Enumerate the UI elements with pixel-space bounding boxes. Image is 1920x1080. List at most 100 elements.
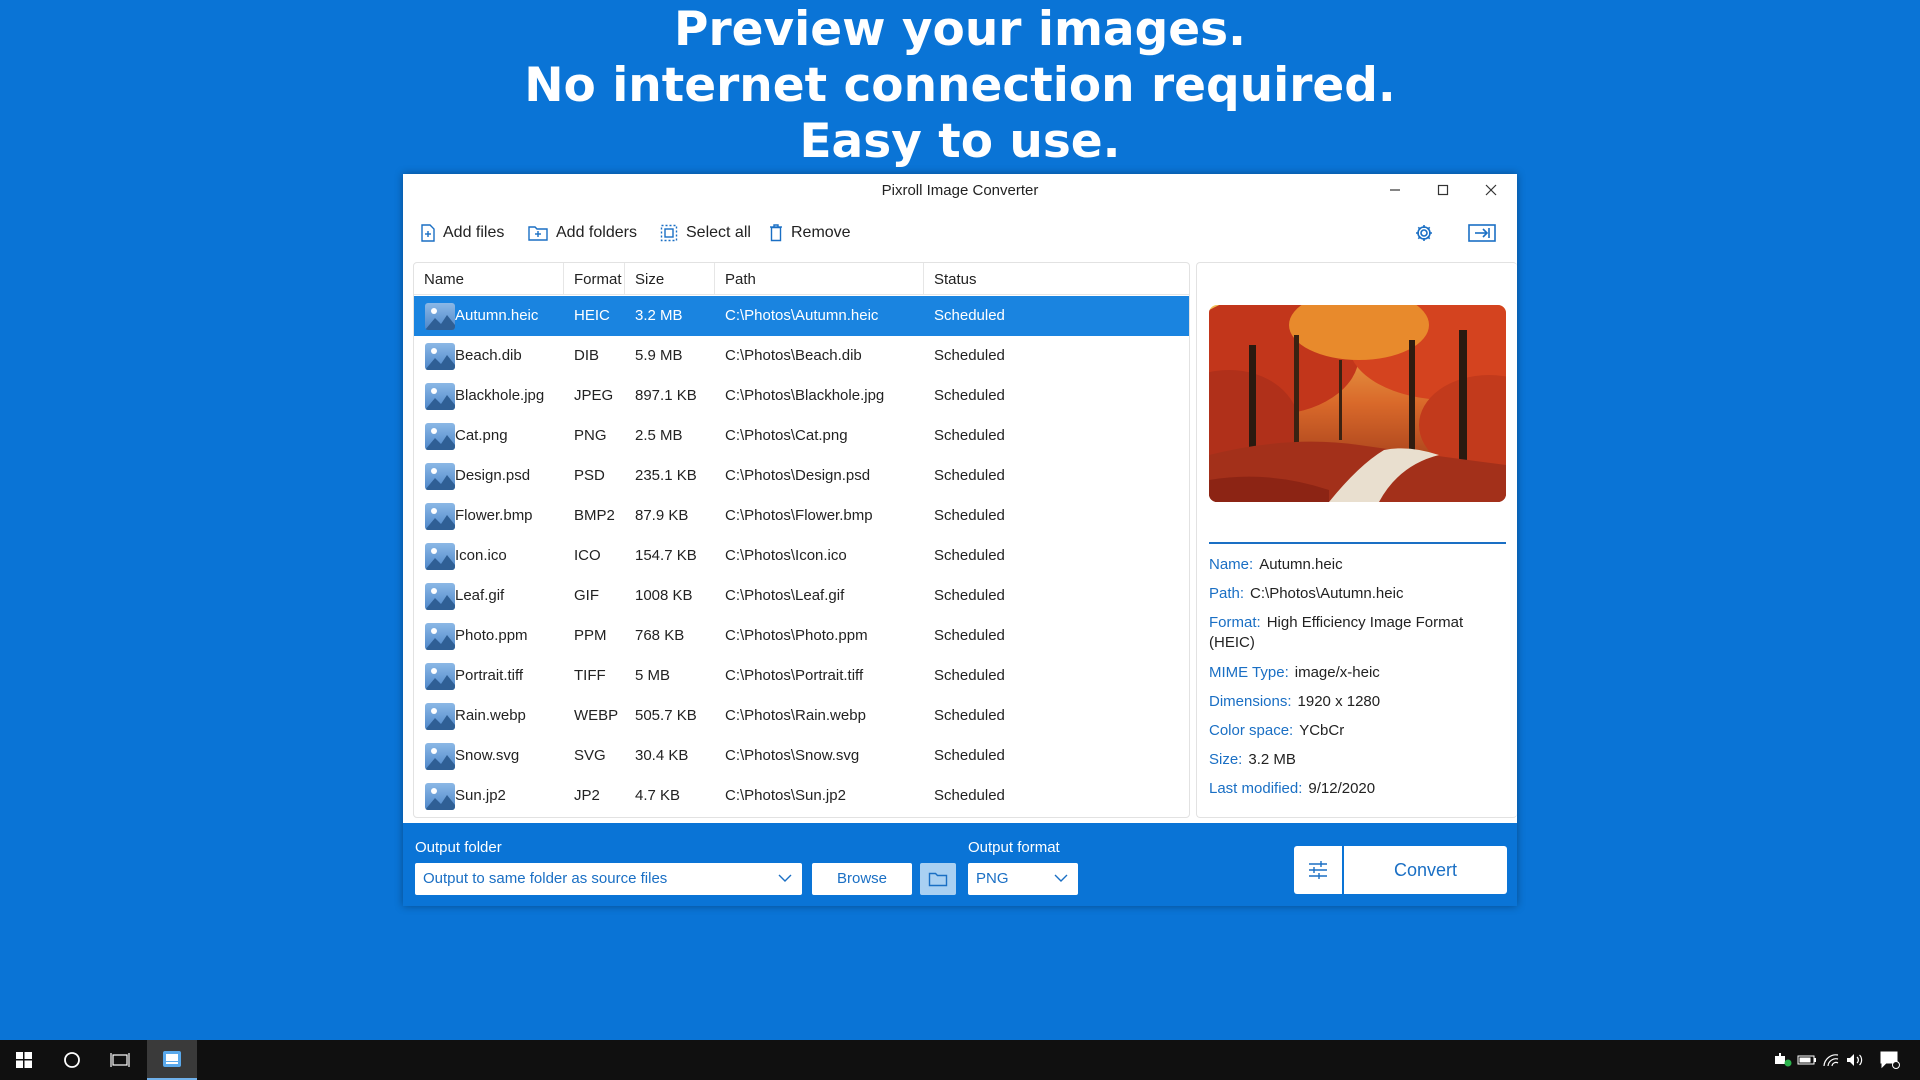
battery-tray[interactable]	[1795, 1040, 1819, 1080]
output-format-select[interactable]: PNG	[968, 863, 1078, 895]
info-size-value: 3.2 MB	[1248, 751, 1296, 768]
convert-button[interactable]: Convert	[1344, 846, 1507, 894]
info-format-label: Format:	[1209, 614, 1261, 631]
maximize-button[interactable]	[1419, 174, 1467, 206]
info-modified-value: 9/12/2020	[1308, 780, 1376, 797]
conversion-options-button[interactable]	[1294, 846, 1342, 894]
cell-status: Scheduled	[934, 387, 1005, 404]
cell-status: Scheduled	[934, 627, 1005, 644]
network-status-icon	[1775, 1053, 1792, 1067]
cell-name: Icon.ico	[455, 547, 507, 564]
cell-name: Leaf.gif	[455, 587, 505, 604]
close-button[interactable]	[1467, 174, 1515, 206]
cell-status: Scheduled	[934, 747, 1005, 764]
preview-divider	[1209, 542, 1506, 544]
info-path-value: C:\Photos\Autumn.heic	[1250, 585, 1404, 602]
cell-size: 4.7 KB	[635, 787, 681, 804]
info-colorspace-label: Color space:	[1209, 722, 1294, 739]
minimize-button[interactable]	[1371, 174, 1419, 206]
info-size-label: Size:	[1209, 751, 1243, 768]
open-folder-button[interactable]	[920, 863, 956, 895]
title-bar[interactable]: Pixroll Image Converter	[403, 174, 1517, 206]
table-row[interactable]: Rain.webp WEBP 505.7 KB C:\Photos\Rain.webp…	[414, 696, 1189, 736]
info-path-label: Path:	[1209, 585, 1245, 602]
headline-line-1: Preview your images.	[674, 2, 1246, 57]
search-button[interactable]	[48, 1040, 96, 1080]
cell-size: 768 KB	[635, 627, 685, 644]
people-tray[interactable]	[1771, 1040, 1795, 1080]
volume-tray[interactable]	[1843, 1040, 1867, 1080]
cell-path: C:\Photos\Portrait.tiff	[725, 667, 864, 684]
panel-toggle-icon	[1468, 224, 1496, 242]
add-folders-button[interactable]: Add folders	[528, 216, 637, 250]
column-path[interactable]: Path	[715, 263, 924, 295]
image-file-icon	[425, 703, 455, 730]
action-center-tray[interactable]	[1875, 1040, 1905, 1080]
settings-button[interactable]	[1407, 216, 1441, 250]
table-row[interactable]: Flower.bmp BMP2 87.9 KB C:\Photos\Flower.bm…	[414, 496, 1189, 536]
table-row[interactable]: Design.psd PSD 235.1 KB C:\Photos\Design.ps…	[414, 456, 1189, 496]
start-button[interactable]	[0, 1040, 48, 1080]
taskbar-app-pixroll[interactable]	[147, 1040, 197, 1080]
info-path: Path: C:\Photos\Autumn.heic	[1209, 584, 1509, 604]
file-list: Name Format Size Path Status Autumn.heic…	[413, 262, 1190, 818]
task-view-icon	[110, 1053, 130, 1067]
add-files-label: Add files	[443, 224, 505, 241]
headline-line-3: Easy to use.	[799, 114, 1121, 169]
cell-name: Design.psd	[455, 467, 531, 484]
column-format[interactable]: Format	[564, 263, 625, 295]
task-view-button[interactable]	[96, 1040, 144, 1080]
image-file-icon	[425, 343, 455, 370]
select-all-button[interactable]: Select all	[660, 216, 751, 250]
cell-size: 505.7 KB	[635, 707, 697, 724]
table-row[interactable]: Leaf.gif GIF 1008 KB C:\Photos\Leaf.gif Sche…	[414, 576, 1189, 616]
add-file-icon	[421, 224, 435, 242]
column-name[interactable]: Name	[414, 263, 564, 295]
image-file-icon	[425, 623, 455, 650]
image-file-icon	[425, 663, 455, 690]
toggle-preview-button[interactable]	[1464, 216, 1500, 250]
table-row[interactable]: Blackhole.jpg JPEG 897.1 KB C:\Photos\Black…	[414, 376, 1189, 416]
table-row[interactable]: Icon.ico ICO 154.7 KB C:\Photos\Icon.ico Sch…	[414, 536, 1189, 576]
table-row[interactable]: Portrait.tiff TIFF 5 MB C:\Photos\Portrait.…	[414, 656, 1189, 696]
output-folder-select[interactable]: Output to same folder as source files	[415, 863, 802, 895]
cell-format: PSD	[574, 467, 605, 484]
cell-format: JP2	[574, 787, 600, 804]
add-files-button[interactable]: Add files	[421, 216, 504, 250]
info-name: Name: Autumn.heic	[1209, 555, 1509, 575]
add-folders-label: Add folders	[556, 224, 637, 241]
image-file-icon	[425, 383, 455, 410]
cell-path: C:\Photos\Sun.jp2	[725, 787, 846, 804]
column-size[interactable]: Size	[625, 263, 715, 295]
cell-format: BMP2	[574, 507, 615, 524]
remove-button[interactable]: Remove	[769, 216, 851, 250]
output-format-label: Output format	[968, 839, 1060, 856]
volume-icon	[1847, 1054, 1863, 1066]
wifi-tray[interactable]	[1819, 1040, 1843, 1080]
table-row[interactable]: Photo.ppm PPM 768 KB C:\Photos\Photo.ppm Sch…	[414, 616, 1189, 656]
cell-format: PPM	[574, 627, 607, 644]
column-status[interactable]: Status	[924, 263, 1189, 295]
cell-size: 2.5 MB	[635, 427, 683, 444]
trash-icon	[770, 224, 782, 242]
info-dimensions: Dimensions: 1920 x 1280	[1209, 692, 1509, 712]
headline: Preview your images. No internet connect…	[0, 2, 1920, 170]
app-image-icon	[163, 1051, 181, 1067]
info-format: Format: High Efficiency Image Format (HEI…	[1209, 613, 1509, 653]
info-modified-label: Last modified:	[1209, 780, 1303, 797]
table-row[interactable]: Cat.png PNG 2.5 MB C:\Photos\Cat.png Schedul…	[414, 416, 1189, 456]
browse-button[interactable]: Browse	[812, 863, 912, 895]
table-row[interactable]: Sun.jp2 JP2 4.7 KB C:\Photos\Sun.jp2 Schedul…	[414, 776, 1189, 816]
table-row[interactable]: Autumn.heic HEIC 3.2 MB C:\Photos\Autumn.he…	[414, 296, 1189, 336]
cell-status: Scheduled	[934, 787, 1005, 804]
output-folder-label: Output folder	[415, 839, 502, 856]
cell-format: WEBP	[574, 707, 619, 724]
cell-name: Snow.svg	[455, 747, 520, 764]
notification-icon	[1880, 1051, 1900, 1069]
cell-name: Blackhole.jpg	[455, 387, 545, 404]
table-row[interactable]: Beach.dib DIB 5.9 MB C:\Photos\Beach.dib Sch…	[414, 336, 1189, 376]
image-file-icon	[425, 503, 455, 530]
cell-format: HEIC	[574, 307, 610, 324]
table-row[interactable]: Snow.svg SVG 30.4 KB C:\Photos\Snow.svg Sche…	[414, 736, 1189, 776]
cell-size: 154.7 KB	[635, 547, 697, 564]
